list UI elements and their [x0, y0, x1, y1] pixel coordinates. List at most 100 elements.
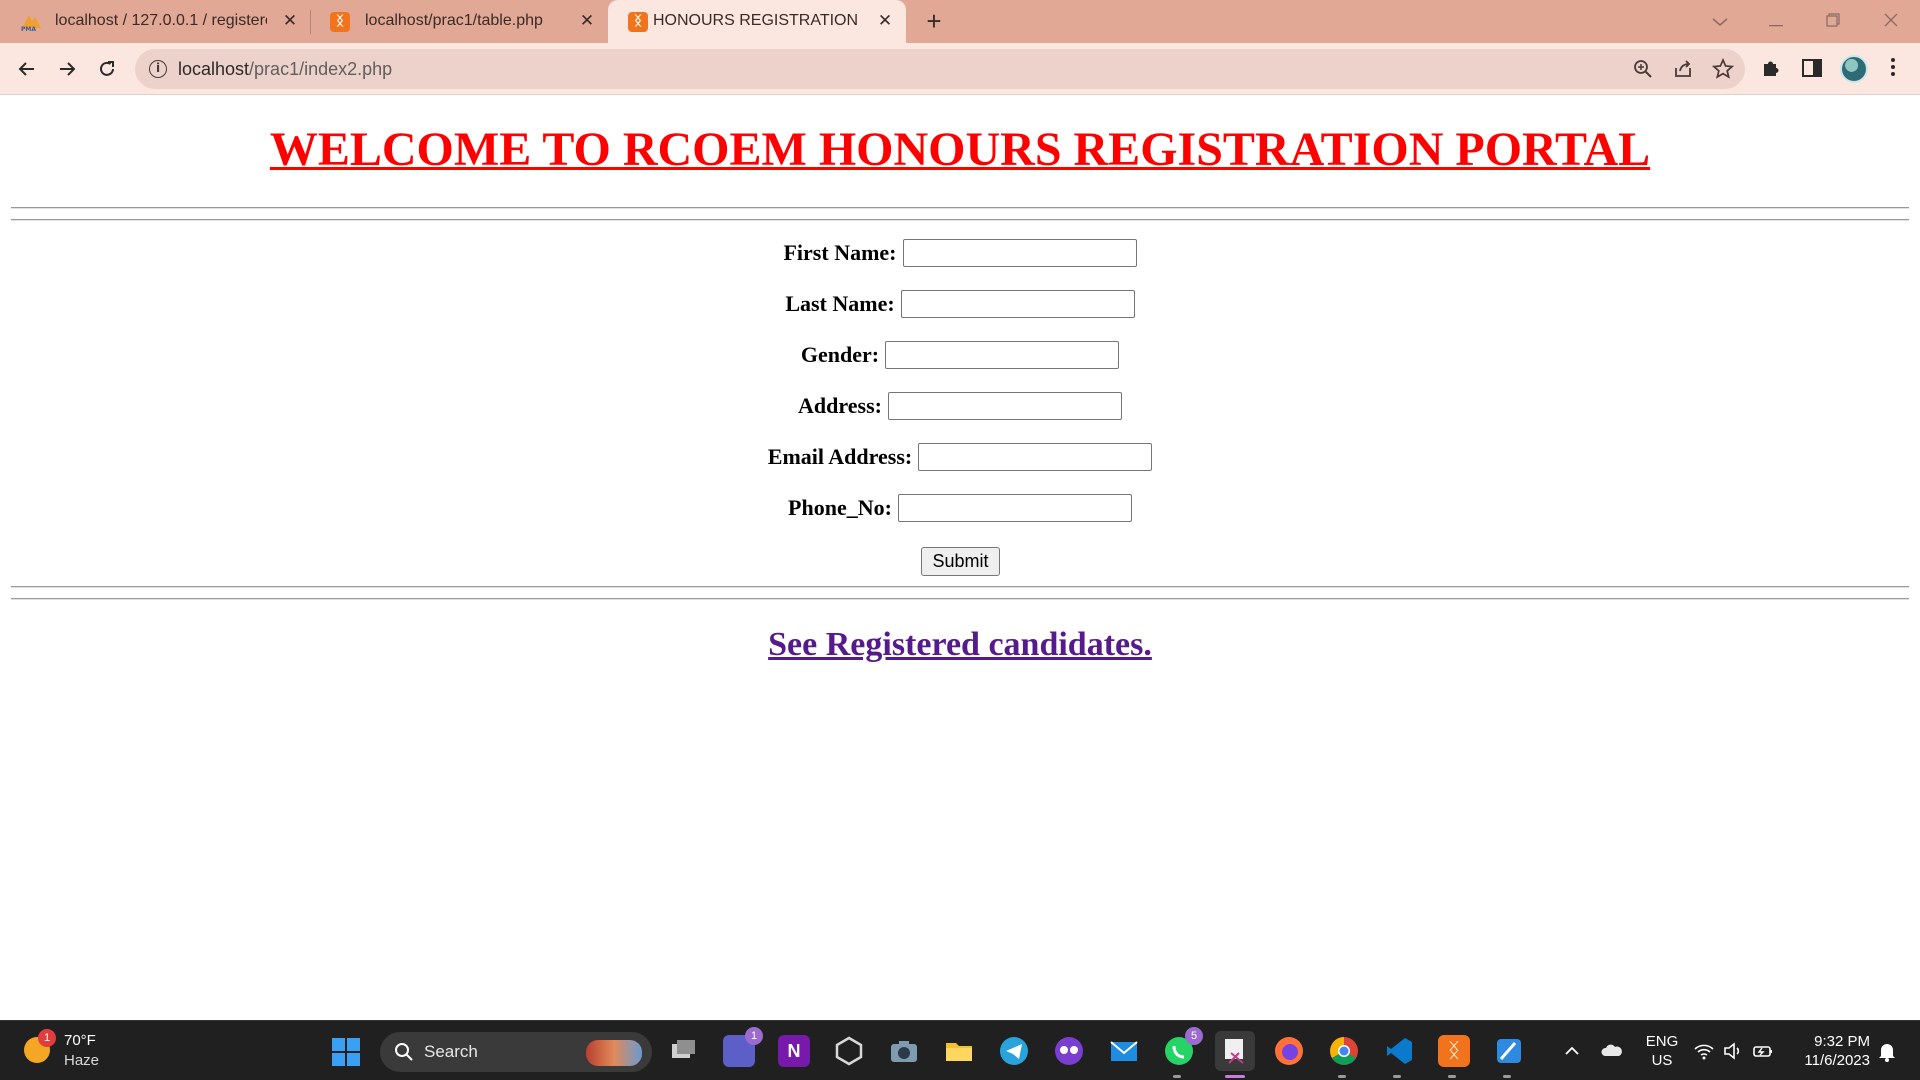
task-view-icon[interactable] [668, 1035, 700, 1067]
phone-input[interactable] [897, 494, 1132, 522]
tab-title: localhost / 127.0.0.1 / registered [55, 12, 267, 29]
search-highlight-image [586, 1040, 642, 1066]
tab-phpmyadmin[interactable]: PMA localhost / 127.0.0.1 / registered ✕ [0, 0, 304, 43]
reload-icon [100, 61, 114, 76]
file-explorer-icon[interactable] [943, 1035, 975, 1067]
volume-icon[interactable] [1721, 1039, 1745, 1063]
gender-row: Gender: [0, 341, 1920, 369]
arrow-left-icon [18, 62, 34, 76]
active-indicator [1225, 1075, 1245, 1078]
browser-menu-icon[interactable] [1885, 55, 1901, 83]
new-tab-button[interactable]: + [920, 8, 948, 36]
profile-avatar[interactable] [1840, 55, 1868, 83]
telegram-icon[interactable] [998, 1035, 1030, 1067]
minimize-button[interactable] [1756, 6, 1796, 36]
email-label: Email Address: [767, 444, 913, 469]
vscode-icon[interactable] [1383, 1035, 1415, 1067]
running-indicator [1338, 1075, 1346, 1078]
horizontal-rule [11, 219, 1909, 221]
language-line2: US [1651, 1052, 1673, 1069]
phone-label: Phone_No: [788, 495, 892, 520]
close-icon[interactable]: ✕ [874, 10, 896, 32]
wifi-icon[interactable] [1692, 1039, 1716, 1063]
whatsapp-icon[interactable]: 5 [1163, 1027, 1203, 1067]
address-input[interactable] [887, 392, 1122, 420]
weather-badge: 1 [38, 1029, 56, 1047]
clock-time: 9:32 PM [1814, 1033, 1870, 1050]
game-app-icon[interactable] [1053, 1035, 1085, 1067]
onedrive-cloud-icon[interactable] [1600, 1039, 1624, 1063]
svg-text:PMA: PMA [21, 26, 36, 32]
share-icon[interactable] [1672, 58, 1694, 80]
gender-input[interactable] [885, 341, 1120, 369]
phpmyadmin-icon: PMA [20, 12, 41, 33]
see-registered-candidates-link[interactable]: See Registered candidates. [0, 626, 1920, 664]
weather-widget[interactable]: 1 70°F Haze [20, 1029, 160, 1073]
zoom-icon[interactable] [1632, 58, 1654, 80]
clock-date: 11/6/2023 [1804, 1052, 1870, 1069]
side-panel-icon[interactable] [1800, 56, 1826, 82]
extensions-puzzle-icon[interactable] [1760, 56, 1786, 82]
notification-bell-icon[interactable] [1875, 1039, 1899, 1063]
paint-icon[interactable] [1493, 1035, 1525, 1067]
gender-label: Gender: [800, 342, 880, 367]
firefox-icon[interactable] [1273, 1035, 1305, 1067]
xampp-icon: ᛝ [330, 12, 350, 32]
site-info-icon[interactable]: i [149, 60, 167, 78]
address-row: Address: [0, 392, 1920, 420]
submit-button[interactable]: Submit [921, 547, 1000, 576]
running-indicator [1448, 1075, 1456, 1078]
unity-icon[interactable] [833, 1035, 865, 1067]
snipping-tool-icon[interactable] [1215, 1031, 1255, 1071]
first-name-row: First Name: [0, 239, 1920, 267]
browser-tab-strip: PMA localhost / 127.0.0.1 / registered ✕… [0, 0, 1920, 43]
tab-table-php[interactable]: ᛝ localhost/prac1/table.php ✕ [310, 0, 608, 43]
taskbar-search[interactable]: Search [380, 1032, 652, 1072]
arrow-right-icon [60, 62, 76, 76]
last-name-input[interactable] [900, 290, 1135, 318]
last-name-label: Last Name: [785, 291, 895, 316]
whatsapp-badge: 5 [1185, 1027, 1203, 1045]
email-row: Email Address: [0, 443, 1920, 471]
address-bar[interactable]: i localhost/prac1/index2.php [135, 49, 1745, 89]
xampp-taskbar-icon[interactable]: ᛝ [1438, 1035, 1470, 1067]
tab-title: localhost/prac1/table.php [365, 12, 543, 29]
camera-icon[interactable] [888, 1035, 920, 1067]
mail-icon[interactable] [1108, 1035, 1140, 1067]
chrome-icon[interactable] [1328, 1035, 1360, 1067]
teams-icon[interactable]: 1 [723, 1027, 763, 1067]
page-content: WELCOME TO RCOEM HONOURS REGISTRATION PO… [0, 96, 1920, 1020]
page-title: WELCOME TO RCOEM HONOURS REGISTRATION PO… [269, 123, 1651, 176]
language-line1: ENG [1645, 1033, 1679, 1050]
tab-honours-registration[interactable]: ᛝ HONOURS REGISTRATION ✕ [608, 0, 906, 43]
windows-taskbar: 1 70°F Haze Search 1 N 5 ᛝ ENG US 9:32 P… [0, 1020, 1920, 1080]
url-text[interactable]: localhost/prac1/index2.php [178, 59, 392, 80]
back-button[interactable] [11, 53, 43, 85]
close-icon[interactable]: ✕ [279, 10, 301, 32]
email-input[interactable] [918, 443, 1153, 471]
chevron-up-icon[interactable] [1560, 1039, 1584, 1063]
tab-search-chevron-icon[interactable] [1700, 6, 1740, 36]
battery-icon[interactable] [1751, 1039, 1775, 1063]
search-icon [395, 1043, 413, 1061]
close-window-button[interactable] [1871, 6, 1911, 36]
running-indicator [1173, 1075, 1181, 1078]
search-label: Search [424, 1042, 478, 1061]
close-icon[interactable]: ✕ [576, 10, 598, 32]
first-name-input[interactable] [902, 239, 1137, 267]
phone-row: Phone_No: [0, 494, 1920, 522]
windows-start-icon[interactable] [332, 1038, 360, 1066]
url-path: /prac1/index2.php [249, 59, 393, 79]
onenote-icon[interactable]: N [778, 1035, 810, 1067]
horizontal-rule [11, 207, 1909, 209]
horizontal-rule [11, 586, 1909, 588]
running-indicator [1393, 1075, 1401, 1078]
restore-button[interactable] [1813, 6, 1853, 36]
language-indicator[interactable]: ENG US [1642, 1032, 1682, 1070]
tab-title: HONOURS REGISTRATION [653, 12, 859, 29]
bookmark-star-icon[interactable] [1711, 57, 1735, 80]
url-host: localhost [178, 59, 250, 79]
system-clock[interactable]: 9:32 PM 11/6/2023 [1790, 1032, 1870, 1070]
reload-button[interactable] [91, 53, 123, 85]
forward-button[interactable] [51, 53, 83, 85]
